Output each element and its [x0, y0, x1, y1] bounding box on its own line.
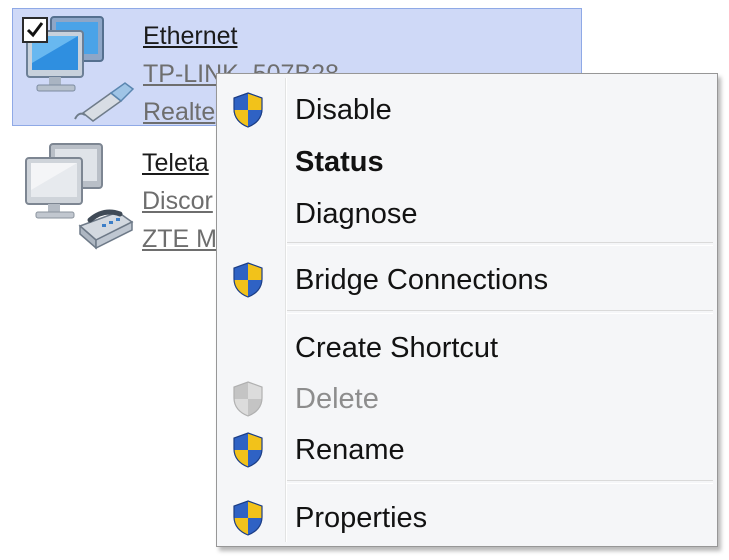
uac-shield-icon [233, 92, 263, 128]
dialup-modem-adapter-icon [20, 142, 136, 254]
context-menu: Disable Status Diagnose Bridge Connectio… [216, 73, 718, 547]
menu-item-label: Rename [295, 434, 405, 466]
menu-item-status[interactable]: Status [219, 138, 715, 184]
menu-item-create-shortcut[interactable]: Create Shortcut [219, 324, 715, 370]
menu-item-label: Disable [295, 94, 392, 126]
menu-item-label: Status [295, 146, 384, 178]
menu-item-delete: Delete [219, 375, 715, 421]
menu-item-label: Diagnose [295, 198, 418, 230]
menu-item-properties[interactable]: Properties [219, 494, 715, 540]
menu-item-rename[interactable]: Rename [219, 426, 715, 472]
uac-shield-icon [233, 262, 263, 298]
uac-shield-icon [233, 500, 263, 536]
menu-item-disable[interactable]: Disable [219, 86, 715, 132]
connection-device: ZTE M [142, 225, 217, 253]
selection-checkbox[interactable] [22, 17, 48, 43]
menu-separator [287, 310, 713, 314]
menu-separator [287, 242, 713, 246]
checkmark-icon [26, 22, 44, 38]
menu-separator [287, 480, 713, 484]
connection-name[interactable]: Ethernet [143, 17, 339, 55]
menu-item-label: Properties [295, 502, 428, 534]
uac-shield-icon-disabled [233, 381, 263, 417]
menu-item-diagnose[interactable]: Diagnose [219, 190, 715, 236]
connection-name[interactable]: Teleta [142, 144, 217, 182]
menu-item-label: Delete [295, 383, 379, 415]
menu-item-bridge-connections[interactable]: Bridge Connections [219, 256, 715, 302]
menu-item-label: Bridge Connections [295, 264, 549, 296]
menu-item-label: Create Shortcut [295, 332, 499, 364]
connection-item-teleta[interactable]: Teleta Discor ZTE M [12, 136, 222, 254]
connection-status: Discor [142, 187, 213, 215]
uac-shield-icon [233, 432, 263, 468]
